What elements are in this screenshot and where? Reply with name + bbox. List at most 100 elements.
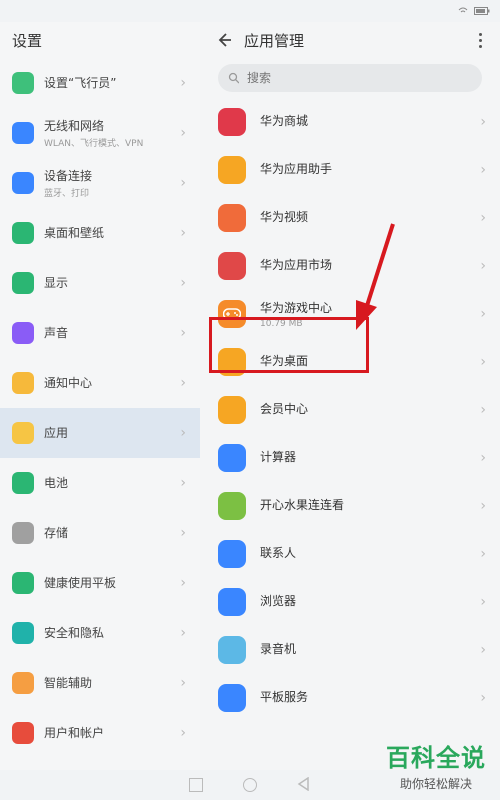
app-icon: [218, 588, 246, 616]
settings-item[interactable]: 存储 ›: [0, 508, 200, 558]
chevron-right-icon: ›: [180, 275, 186, 291]
settings-item[interactable]: 电池 ›: [0, 458, 200, 508]
app-item[interactable]: 华为视频 ›: [200, 194, 500, 242]
chevron-right-icon: ›: [480, 210, 486, 226]
chevron-right-icon: ›: [480, 354, 486, 370]
chevron-right-icon: ›: [180, 725, 186, 741]
chevron-right-icon: ›: [480, 258, 486, 274]
chevron-right-icon: ›: [180, 475, 186, 491]
settings-item-icon: [12, 272, 34, 294]
settings-item-title: 声音: [44, 325, 69, 340]
app-name: 华为应用助手: [260, 162, 333, 176]
settings-item-title: 健康使用平板: [44, 575, 117, 590]
app-name: 华为游戏中心: [260, 301, 333, 315]
app-name: 计算器: [260, 450, 297, 464]
app-item[interactable]: 华为应用市场 ›: [200, 242, 500, 290]
settings-item[interactable]: 智能辅助 ›: [0, 658, 200, 708]
app-icon: [218, 492, 246, 520]
app-icon: [218, 204, 246, 232]
app-item-game-center[interactable]: 华为游戏中心 10.79 MB ›: [200, 290, 500, 338]
settings-item[interactable]: 无线和网络 WLAN、飞行模式、VPN ›: [0, 108, 200, 158]
recent-apps-button[interactable]: [189, 778, 203, 792]
settings-item[interactable]: 设置“飞行员” ›: [0, 58, 200, 108]
app-item[interactable]: 联系人 ›: [200, 530, 500, 578]
settings-title: 设置: [12, 31, 43, 50]
app-icon: [218, 684, 246, 712]
app-search-box[interactable]: [218, 64, 482, 92]
chevron-right-icon: ›: [480, 450, 486, 466]
chevron-right-icon: ›: [180, 175, 186, 191]
app-name: 平板服务: [260, 690, 309, 704]
status-bar: [0, 0, 500, 22]
app-name: 录音机: [260, 642, 297, 656]
settings-item-icon: [12, 672, 34, 694]
app-size: 10.79 MB: [260, 319, 303, 329]
settings-item-icon: [12, 472, 34, 494]
app-item[interactable]: 开心水果连连看 ›: [200, 482, 500, 530]
app-item[interactable]: 华为桌面 ›: [200, 338, 500, 386]
app-item[interactable]: 录音机 ›: [200, 626, 500, 674]
settings-item[interactable]: 声音 ›: [0, 308, 200, 358]
app-name: 浏览器: [260, 594, 297, 608]
settings-item-title: 设置“飞行员”: [44, 75, 117, 90]
gamepad-icon: [223, 308, 241, 320]
app-item[interactable]: 平板服务 ›: [200, 674, 500, 722]
app-name: 华为视频: [260, 210, 309, 224]
app-name: 华为应用市场: [260, 258, 333, 272]
back-triangle-icon: [297, 776, 309, 791]
settings-list: 设置“飞行员” › 无线和网络 WLAN、飞行模式、VPN › 设备连接 蓝牙、打印 › 桌面和…: [0, 58, 200, 758]
settings-item-icon: [12, 622, 34, 644]
settings-item[interactable]: 设备连接 蓝牙、打印 ›: [0, 158, 200, 208]
app-icon: [218, 348, 246, 376]
settings-item-icon: [12, 172, 34, 194]
settings-item-icon: [12, 72, 34, 94]
settings-item-subtitle: 蓝牙、打印: [44, 189, 90, 199]
settings-item[interactable]: 安全和隐私 ›: [0, 608, 200, 658]
app-name: 华为商城: [260, 114, 309, 128]
settings-item-title: 无线和网络: [44, 119, 105, 133]
app-icon: [218, 156, 246, 184]
app-icon: [218, 540, 246, 568]
app-item[interactable]: 华为商城 ›: [200, 98, 500, 146]
wifi-icon: [458, 7, 468, 13]
app-search-input[interactable]: [244, 70, 472, 86]
app-name: 开心水果连连看: [260, 498, 345, 512]
settings-item-title: 安全和隐私: [44, 625, 105, 640]
chevron-right-icon: ›: [480, 162, 486, 178]
settings-item-icon: [12, 722, 34, 744]
more-options-icon[interactable]: [472, 28, 488, 52]
chevron-right-icon: ›: [180, 525, 186, 541]
settings-item-title: 存储: [44, 525, 69, 540]
settings-item[interactable]: 健康使用平板 ›: [0, 558, 200, 608]
chevron-right-icon: ›: [180, 125, 186, 141]
home-button[interactable]: [243, 778, 257, 792]
app-item[interactable]: 会员中心 ›: [200, 386, 500, 434]
settings-item-icon: [12, 122, 34, 144]
watermark-subtitle: 助你轻松解决: [399, 777, 472, 791]
settings-item-title: 电池: [44, 475, 69, 490]
settings-item[interactable]: 通知中心 ›: [0, 358, 200, 408]
settings-item-title: 用户和帐户: [44, 725, 105, 740]
app-item[interactable]: 计算器 ›: [200, 434, 500, 482]
chevron-right-icon: ›: [480, 594, 486, 610]
app-list: 华为商城 › 华为应用助手 › 华为视频 › 华为应用市场 › 华为游戏中心 10.79 MB › 华…: [200, 98, 500, 722]
settings-item-icon: [12, 422, 34, 444]
settings-item-title: 显示: [44, 275, 69, 290]
app-item[interactable]: 浏览器 ›: [200, 578, 500, 626]
back-arrow-icon[interactable]: [212, 28, 236, 52]
app-icon: [218, 252, 246, 280]
app-item[interactable]: 华为应用助手 ›: [200, 146, 500, 194]
app-icon: [218, 444, 246, 472]
chevron-right-icon: ›: [480, 690, 486, 706]
settings-item-icon: [12, 372, 34, 394]
back-button[interactable]: [297, 776, 311, 795]
settings-item[interactable]: 用户和帐户 ›: [0, 708, 200, 758]
settings-item[interactable]: 显示 ›: [0, 258, 200, 308]
app-management-title: 应用管理: [244, 31, 305, 50]
settings-item[interactable]: 桌面和壁纸 ›: [0, 208, 200, 258]
settings-item-subtitle: WLAN、飞行模式、VPN: [44, 139, 144, 149]
app-management-header: 应用管理: [200, 22, 500, 58]
chevron-right-icon: ›: [180, 225, 186, 241]
chevron-right-icon: ›: [480, 114, 486, 130]
settings-item[interactable]: 应用 ›: [0, 408, 200, 458]
